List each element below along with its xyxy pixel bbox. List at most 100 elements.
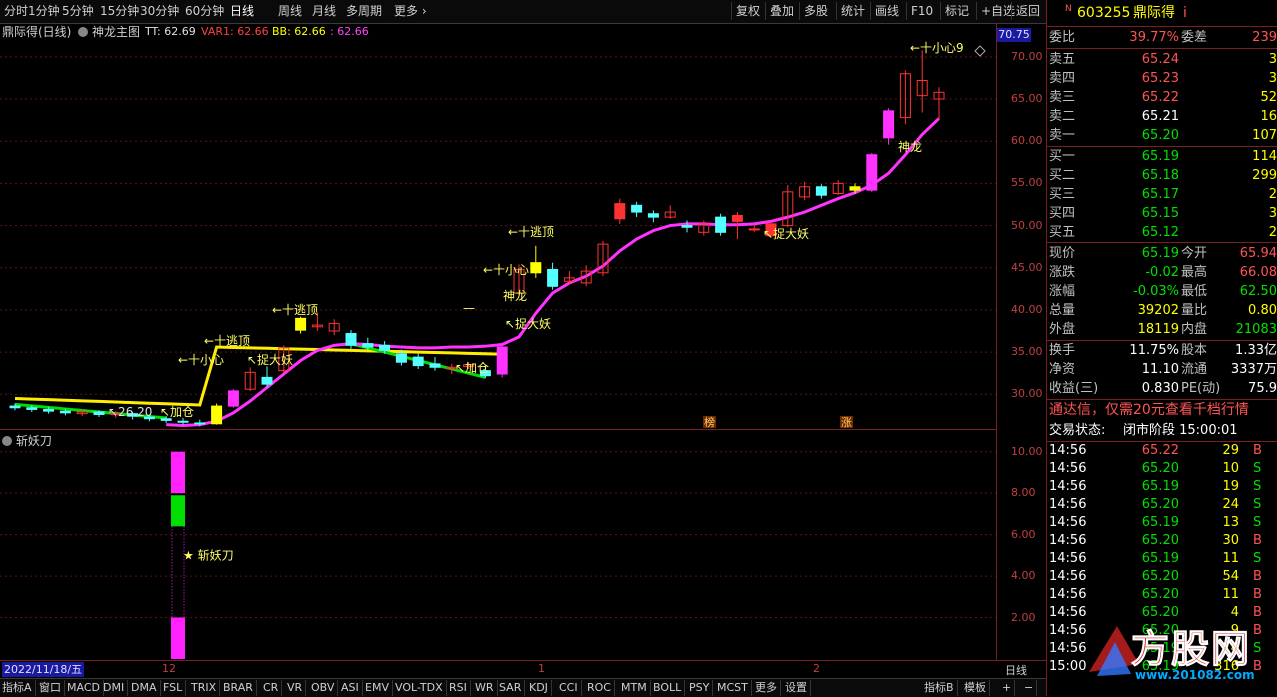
- bottom-right-button-2[interactable]: +: [1000, 680, 1016, 696]
- candle[interactable]: [597, 240, 609, 277]
- toolbar-button-7[interactable]: +自选: [976, 2, 1015, 20]
- candle[interactable]: [227, 389, 239, 408]
- candle[interactable]: [261, 366, 273, 388]
- indicator-tab-7[interactable]: BRAR: [221, 680, 257, 696]
- toolbar-button-0[interactable]: 复权: [731, 2, 760, 20]
- bottom-right-button-3[interactable]: −: [1022, 680, 1038, 696]
- period-tab-6[interactable]: 日线: [230, 3, 254, 20]
- indicator-tab-5[interactable]: FSL: [161, 680, 187, 696]
- sub-gear-icon[interactable]: [2, 436, 12, 446]
- period-tab-8[interactable]: 月线: [312, 3, 336, 20]
- candle[interactable]: [429, 357, 441, 371]
- candle[interactable]: [799, 181, 811, 201]
- indicator-tab-8[interactable]: CR: [261, 680, 283, 696]
- candle[interactable]: [681, 220, 693, 233]
- period-tab-3[interactable]: 15分钟: [100, 3, 139, 20]
- tick-time-7: 14:56: [1049, 569, 1087, 584]
- period-tab-1[interactable]: 1分钟: [28, 3, 60, 20]
- period-tab-7[interactable]: 周线: [278, 3, 302, 20]
- toolbar-button-8[interactable]: 返回: [1011, 2, 1040, 20]
- bid-vol-2: 2: [1268, 187, 1277, 202]
- candle[interactable]: [782, 185, 794, 228]
- candle[interactable]: [832, 180, 844, 196]
- indicator-tab-11[interactable]: ASI: [339, 680, 363, 696]
- indicator-name[interactable]: 神龙主图: [92, 24, 140, 40]
- indicator-tab-4[interactable]: DMA: [129, 680, 161, 696]
- candle[interactable]: [899, 70, 911, 125]
- toolbar-button-4[interactable]: 画线: [870, 2, 899, 20]
- candle[interactable]: [916, 50, 928, 113]
- ask-price-4: 65.20: [1141, 128, 1179, 143]
- candle[interactable]: [547, 262, 559, 290]
- bang-badge[interactable]: 榜: [703, 415, 716, 428]
- indicator-tab-14[interactable]: RSI: [447, 680, 471, 696]
- stat2-value1-2: 0.830: [1141, 381, 1179, 396]
- toolbar-button-6[interactable]: 标记: [940, 2, 969, 20]
- candle[interactable]: [530, 245, 542, 278]
- indicator-tab-9[interactable]: VR: [285, 680, 307, 696]
- toolbar-button-5[interactable]: F10: [906, 2, 933, 20]
- main-candlestick-chart[interactable]: ↖26.20 ↖加仓 ←十小心 ←十逃顶 ↖捉大妖 ←十逃顶 ↖加仓 神龙 ↖捉大妖 ←十小心 ←十…: [0, 40, 996, 428]
- candle[interactable]: [883, 108, 895, 145]
- toolbar-button-2[interactable]: 多股: [799, 2, 828, 20]
- zhang-badge[interactable]: 涨: [840, 416, 853, 428]
- tick-time-4: 14:56: [1049, 515, 1087, 530]
- sub-indicator-chart[interactable]: ★ 斩妖刀: [0, 431, 996, 659]
- candle[interactable]: [295, 316, 307, 334]
- period-label[interactable]: 日线: [1005, 662, 1027, 678]
- bottom-right-button-0[interactable]: 指标B: [922, 680, 958, 696]
- candle[interactable]: [647, 210, 659, 223]
- indicator-tab-20[interactable]: MTM: [619, 680, 651, 696]
- toolbar-button-3[interactable]: 统计: [836, 2, 865, 20]
- stat2-row-2: 收益(三) 0.830 PE(动) 75.9: [1047, 379, 1277, 398]
- candle[interactable]: [715, 213, 727, 236]
- candle[interactable]: [211, 403, 223, 425]
- indicator-tab-13[interactable]: VOL-TDX: [393, 680, 447, 696]
- period-tab-9[interactable]: 多周期: [346, 3, 382, 20]
- candle[interactable]: [933, 87, 945, 121]
- candle[interactable]: [496, 344, 508, 378]
- ask-row-2: 卖三 65.22 52: [1047, 88, 1277, 107]
- candle[interactable]: [614, 198, 626, 224]
- promo-row[interactable]: 通达信，仅需20元查看千档行情: [1047, 401, 1277, 420]
- period-tab-4[interactable]: 30分钟: [140, 3, 179, 20]
- indicator-tab-24[interactable]: 更多: [753, 680, 781, 696]
- indicator-tab-18[interactable]: CCI: [557, 680, 582, 696]
- toolbar-button-1[interactable]: 叠加: [765, 2, 794, 20]
- indicator-tab-23[interactable]: MCST: [715, 680, 752, 696]
- indicator-tab-16[interactable]: SAR: [497, 680, 526, 696]
- indicator-tab-2[interactable]: MACD: [65, 680, 104, 696]
- shenlong-label-1: 神龙: [503, 289, 527, 303]
- period-tab-10[interactable]: 更多 ›: [394, 3, 427, 20]
- indicator-tab-0[interactable]: 指标A: [0, 680, 36, 696]
- candle[interactable]: [631, 201, 643, 218]
- candle[interactable]: [815, 184, 827, 199]
- indicator-tab-6[interactable]: TRIX: [189, 680, 221, 696]
- price-tick-6: 40.00: [1011, 302, 1043, 316]
- indicator-tab-3[interactable]: DMI: [101, 680, 129, 696]
- candle[interactable]: [748, 225, 760, 233]
- stat2-label2-0: 股本: [1181, 343, 1208, 358]
- candle[interactable]: [244, 367, 256, 391]
- indicator-tab-10[interactable]: OBV: [309, 680, 339, 696]
- settings-gear-icon[interactable]: [78, 27, 88, 37]
- bottom-right-button-1[interactable]: 模板: [962, 680, 990, 696]
- indicator-tab-22[interactable]: PSY: [687, 680, 714, 696]
- signal-bar-mid: [171, 495, 185, 527]
- tick-row-7: 14:56 65.20 54 B: [1047, 568, 1277, 586]
- period-tab-2[interactable]: 5分钟: [62, 3, 94, 20]
- indicator-tab-1[interactable]: 窗口: [37, 680, 65, 696]
- indicator-tab-25[interactable]: 设置: [783, 680, 811, 696]
- indicator-tab-15[interactable]: WR: [473, 680, 498, 696]
- indicator-tab-21[interactable]: BOLL: [651, 680, 686, 696]
- candle[interactable]: [412, 353, 424, 369]
- candle[interactable]: [664, 205, 676, 219]
- period-tab-5[interactable]: 60分钟: [185, 3, 224, 20]
- signal-bar-top: [171, 451, 185, 494]
- candle[interactable]: [328, 319, 340, 336]
- period-tab-0[interactable]: 分时: [4, 3, 28, 20]
- indicator-tab-17[interactable]: KDJ: [527, 680, 552, 696]
- indicator-tab-19[interactable]: ROC: [585, 680, 615, 696]
- candle[interactable]: [866, 153, 878, 192]
- indicator-tab-12[interactable]: EMV: [363, 680, 393, 696]
